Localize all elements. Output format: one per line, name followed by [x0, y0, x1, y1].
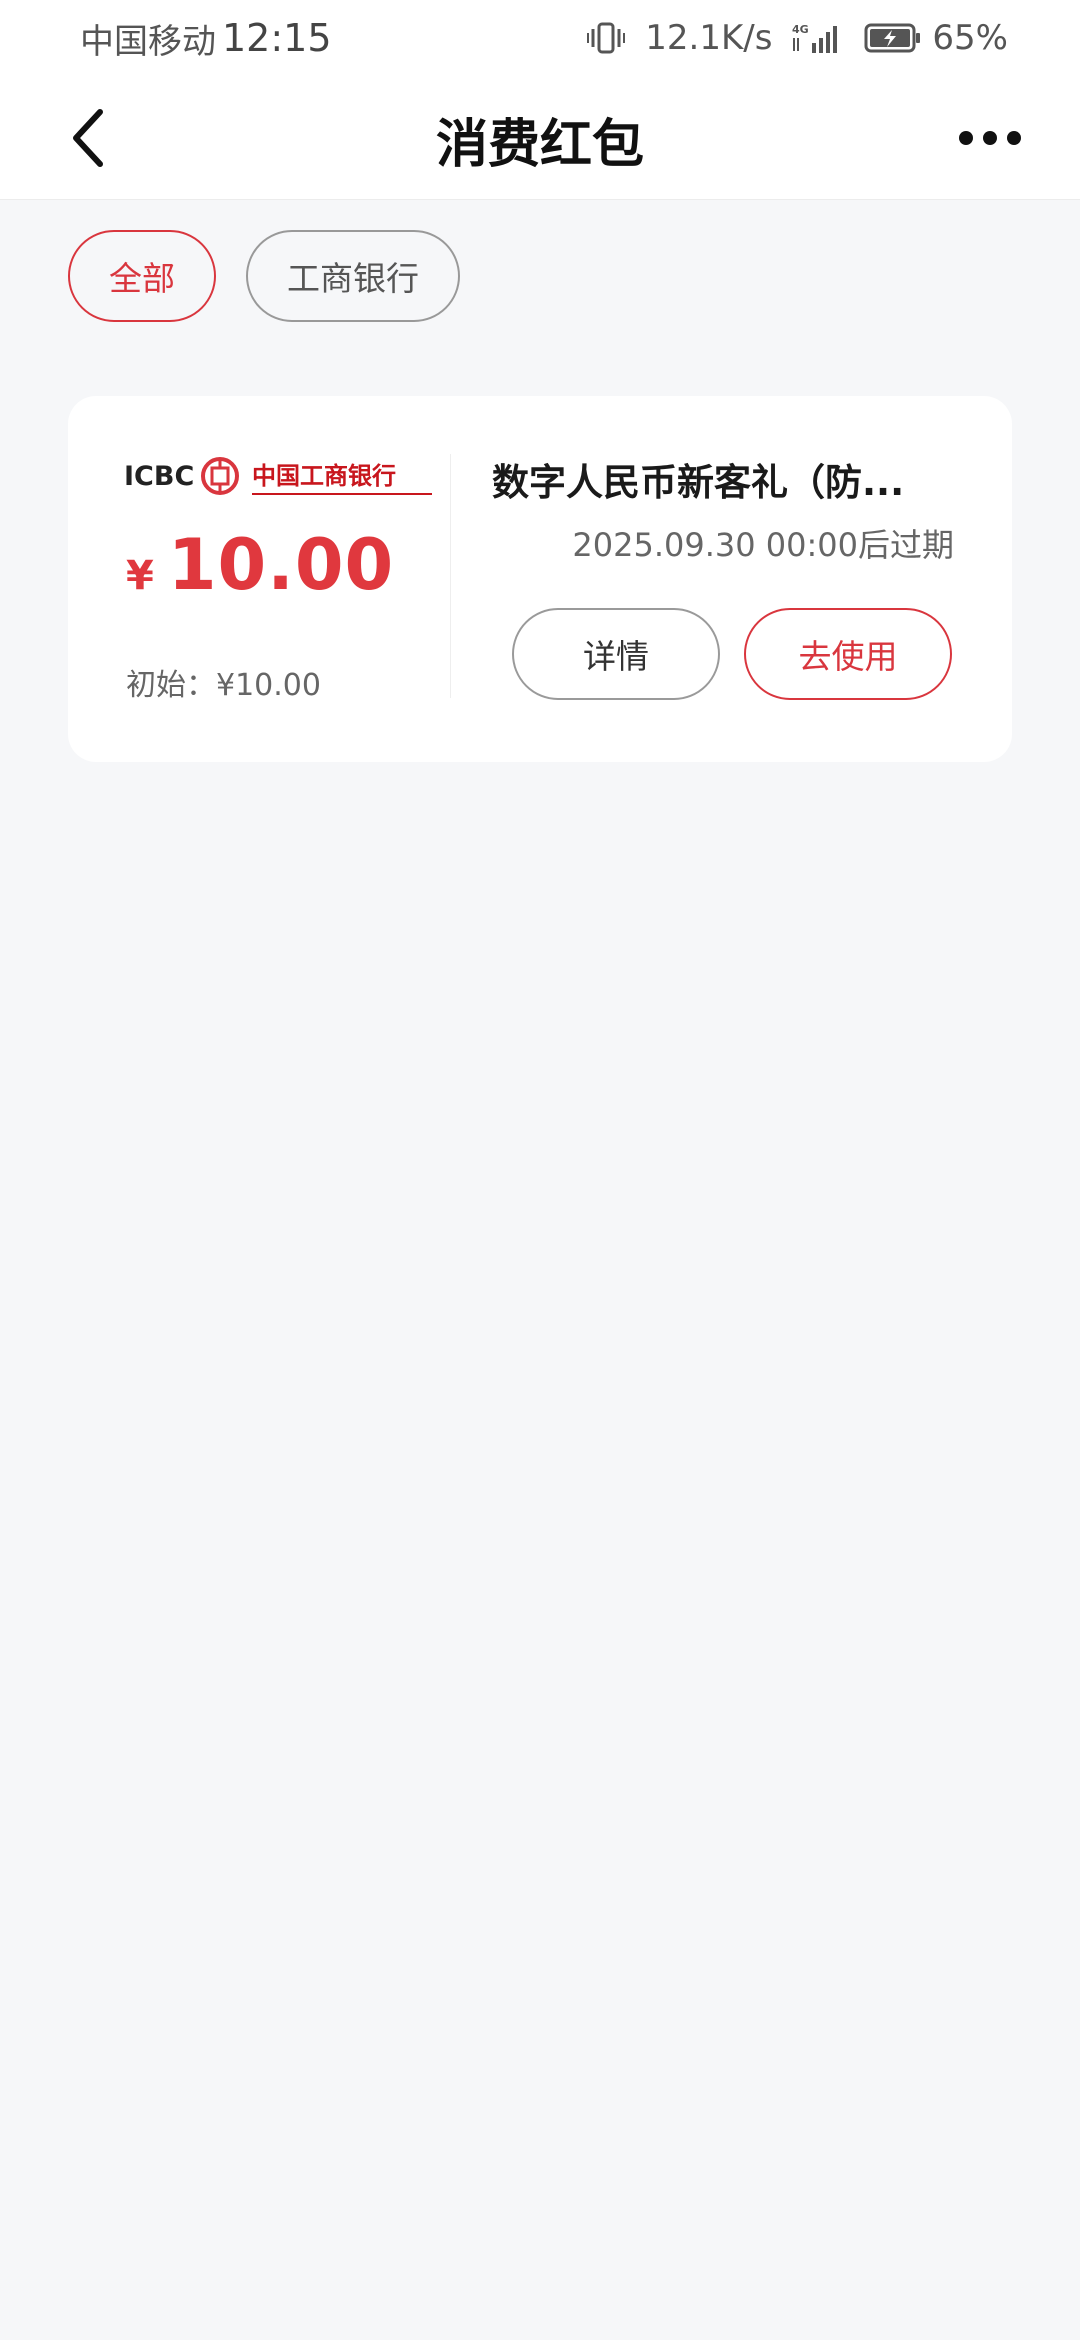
more-dots-icon [959, 131, 1021, 145]
page-title: 消费红包 [435, 115, 644, 175]
svg-text:4G: 4G [792, 23, 809, 36]
battery-group: 65% [864, 18, 1008, 58]
battery-charging-icon [864, 23, 921, 53]
coupon-amount-row: ¥ 10.00 [126, 524, 394, 606]
status-right: 12.1K/s 4G 65% [587, 18, 1008, 58]
status-left: 中国移动 12:15 [80, 14, 332, 63]
coupon-card[interactable]: ICBC 中国工商银行 ¥ 10.00 初始：¥10.00 数字人民币新客礼（防… [68, 396, 1012, 762]
filter-row: 全部 工商银行 [68, 230, 460, 322]
page: 中国移动 12:15 12.1K/s 4G 65% 消费红包 全部 工商银行 I… [0, 0, 1080, 2340]
filter-chip-icbc[interactable]: 工商银行 [246, 230, 460, 322]
currency-symbol: ¥ [126, 553, 154, 599]
filter-chip-all[interactable]: 全部 [68, 230, 216, 322]
status-bar: 中国移动 12:15 12.1K/s 4G 65% [0, 0, 1080, 76]
svg-text:中国工商银行: 中国工商银行 [252, 462, 396, 490]
battery-percent: 65% [932, 18, 1008, 58]
coupon-title: 数字人民币新客礼（防... [492, 461, 905, 504]
coupon-initial-amount: 初始：¥10.00 [126, 668, 321, 703]
card-divider [450, 454, 451, 698]
svg-text:ICBC: ICBC [124, 461, 194, 492]
coupon-expire-text: 2025.09.30 00:00后过期 [572, 526, 954, 564]
nav-bar: 消费红包 [0, 76, 1080, 200]
vibrate-icon [587, 22, 626, 54]
coupon-amount: 10.00 [167, 524, 395, 606]
coupon-left-panel: ICBC 中国工商银行 ¥ 10.00 初始：¥10.00 [68, 396, 450, 762]
carrier-name: 中国移动 [80, 21, 216, 62]
use-button[interactable]: 去使用 [744, 608, 952, 700]
detail-button[interactable]: 详情 [512, 608, 720, 700]
icbc-logo: ICBC 中国工商银行 [124, 457, 432, 495]
network-speed: 12.1K/s [645, 18, 773, 58]
icbc-emblem-icon [201, 457, 239, 495]
more-button[interactable] [940, 100, 1040, 176]
signal-4g-icon: 4G [792, 23, 838, 53]
clock-time: 12:15 [222, 16, 332, 60]
